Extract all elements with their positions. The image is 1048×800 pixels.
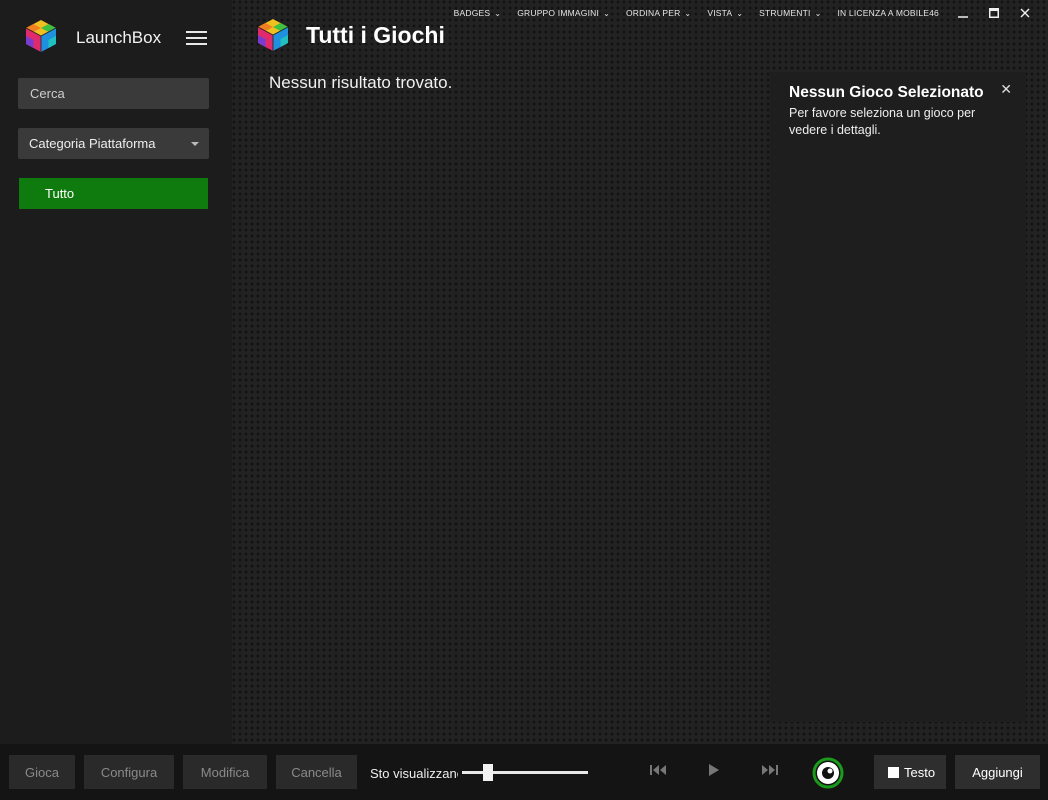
details-panel: Nessun Gioco Selezionato ✕ Per favore se… — [770, 72, 1026, 722]
category-dropdown-label: Categoria Piattaforma — [29, 136, 156, 151]
license-info[interactable]: IN LICENZA A MOBILE46 — [837, 8, 939, 18]
text-toggle-label: Testo — [904, 764, 936, 780]
app-brand: LaunchBox — [76, 28, 162, 47]
chevron-down-icon — [191, 142, 199, 146]
chevron-down-icon: ⌄ — [603, 8, 610, 18]
chevron-down-icon: ⌄ — [814, 8, 822, 18]
details-title: Nessun Gioco Selezionato — [789, 84, 984, 101]
checkbox-icon — [888, 766, 899, 778]
zoom-slider-track[interactable] — [462, 771, 588, 774]
skip-forward-icon[interactable] — [762, 764, 780, 779]
sidebar-item-label: Tutto — [45, 186, 75, 201]
top-menubar: BADGES ⌄ GRUPPO IMMAGINI ⌄ ORDINA PER ⌄ VIS… — [454, 0, 1048, 26]
sidebar-item-all[interactable]: Tutto — [19, 178, 208, 209]
minimize-icon[interactable] — [955, 5, 971, 21]
menu-label: ORDINA PER — [625, 8, 681, 18]
search-input[interactable] — [18, 78, 209, 109]
menu-tools[interactable]: STRUMENTI ⌄ — [759, 8, 821, 18]
chevron-down-icon: ⌄ — [494, 8, 502, 18]
games-cube-icon — [257, 19, 289, 51]
chevron-down-icon: ⌄ — [684, 8, 692, 18]
skip-back-icon[interactable] — [650, 764, 668, 779]
menu-label: GRUPPO IMMAGINI — [517, 8, 600, 18]
menu-label: VISTA — [707, 8, 733, 18]
category-dropdown[interactable]: Categoria Piattaforma — [18, 128, 209, 159]
close-icon[interactable] — [1017, 5, 1033, 21]
zoom-slider-thumb[interactable] — [482, 764, 493, 781]
menu-label: BADGES — [453, 8, 491, 18]
menu-label: STRUMENTI — [759, 8, 811, 18]
menu-image-group[interactable]: GRUPPO IMMAGINI ⌄ — [517, 8, 610, 18]
page-title: Tutti i Giochi — [306, 22, 445, 48]
launchbox-status-icon[interactable] — [812, 757, 844, 789]
close-details-icon[interactable]: ✕ — [1000, 81, 1012, 98]
zoom-label: Sto visualizzanc — [370, 766, 458, 781]
configure-button[interactable]: Configura — [84, 755, 174, 789]
hamburger-menu-icon[interactable] — [186, 31, 207, 45]
details-text: Per favore seleziona un gioco per vedere… — [789, 106, 976, 137]
license-label: IN LICENZA A MOBILE46 — [837, 8, 939, 18]
menu-view[interactable]: VISTA ⌄ — [707, 8, 743, 18]
main-content: BADGES ⌄ GRUPPO IMMAGINI ⌄ ORDINA PER ⌄ VIS… — [232, 0, 1048, 744]
menu-sort-by[interactable]: ORDINA PER ⌄ — [626, 8, 691, 18]
sidebar: LaunchBox Categoria Piattaforma Tutto — [0, 0, 232, 744]
edit-button[interactable]: Modifica — [183, 755, 267, 789]
bottom-toolbar: Gioca Configura Modifica Cancella Sto vi… — [0, 744, 1048, 800]
play-button[interactable]: Gioca — [9, 755, 75, 789]
launchbox-logo-icon — [25, 20, 57, 52]
text-toggle-button[interactable]: Testo — [874, 755, 946, 789]
menu-badges[interactable]: BADGES ⌄ — [454, 8, 502, 18]
maximize-icon[interactable] — [986, 5, 1002, 21]
delete-button[interactable]: Cancella — [276, 755, 357, 789]
chevron-down-icon: ⌄ — [736, 8, 744, 18]
empty-results-message: Nessun risultato trovato. — [269, 73, 453, 92]
play-icon[interactable] — [709, 764, 719, 779]
add-button[interactable]: Aggiungi — [955, 755, 1040, 789]
